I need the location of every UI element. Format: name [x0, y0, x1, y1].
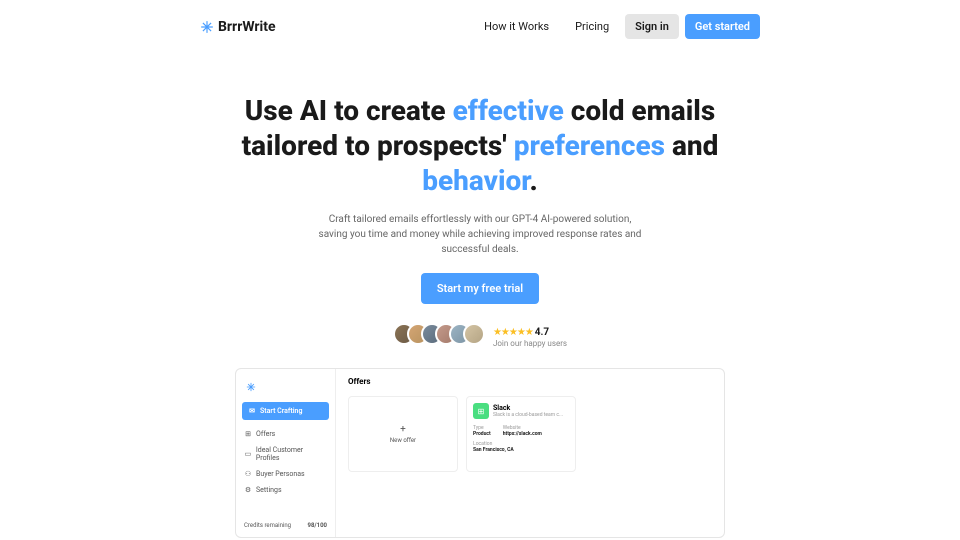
- nav-pricing[interactable]: Pricing: [565, 14, 619, 39]
- sidebar-item-personas[interactable]: ⚇Buyer Personas: [242, 466, 329, 482]
- credits-remaining: Credits remaining 98/100: [242, 520, 329, 531]
- new-offer-card[interactable]: + New offer: [348, 396, 458, 472]
- nav: How it Works Pricing Sign in Get started: [474, 14, 760, 39]
- rating-score: 4.7: [535, 327, 549, 338]
- offer-card[interactable]: ⊞ Slack Slack is a cloud-based team c...…: [466, 396, 576, 472]
- hero-sub: Craft tailored emails effortlessly with …: [315, 212, 645, 257]
- avatar: [463, 323, 485, 345]
- hero-headline: Use AI to create effective cold emails t…: [200, 93, 760, 198]
- sidebar: ✉ Start Crafting ⊞Offers ▭Ideal Customer…: [236, 369, 336, 537]
- brand-name: BrrrWrite: [218, 19, 276, 35]
- main-panel: Offers + New offer ⊞ Slack Slack is a cl…: [336, 369, 724, 537]
- start-crafting-button[interactable]: ✉ Start Crafting: [242, 402, 329, 420]
- gift-icon: ⊞: [244, 430, 252, 438]
- offer-desc: Slack is a cloud-based team c...: [493, 412, 563, 418]
- get-started-button[interactable]: Get started: [685, 14, 760, 39]
- logo[interactable]: BrrrWrite: [200, 19, 276, 35]
- star-icon: ★★★★★: [493, 327, 533, 338]
- sidebar-item-profiles[interactable]: ▭Ideal Customer Profiles: [242, 442, 329, 466]
- mail-icon: ✉: [248, 407, 256, 415]
- sidebar-item-settings[interactable]: ⚙Settings: [242, 482, 329, 498]
- avatars: [393, 323, 485, 345]
- app-screenshot: ✉ Start Crafting ⊞Offers ▭Ideal Customer…: [235, 368, 725, 538]
- join-text: Join our happy users: [493, 339, 567, 348]
- sidebar-item-offers[interactable]: ⊞Offers: [242, 426, 329, 442]
- offer-name: Slack: [493, 404, 563, 412]
- signin-button[interactable]: Sign in: [625, 14, 679, 39]
- nav-how[interactable]: How it Works: [474, 14, 559, 39]
- social-proof: ★★★★★4.7 Join our happy users: [200, 320, 760, 348]
- page-title: Offers: [348, 377, 712, 386]
- id-icon: ▭: [244, 450, 252, 458]
- users-icon: ⚇: [244, 470, 252, 478]
- snowflake-icon: [246, 377, 329, 396]
- gear-icon: ⚙: [244, 486, 252, 494]
- offer-icon: ⊞: [473, 403, 489, 419]
- plus-icon: +: [400, 424, 406, 435]
- snowflake-icon: [200, 20, 214, 34]
- start-trial-button[interactable]: Start my free trial: [421, 273, 539, 304]
